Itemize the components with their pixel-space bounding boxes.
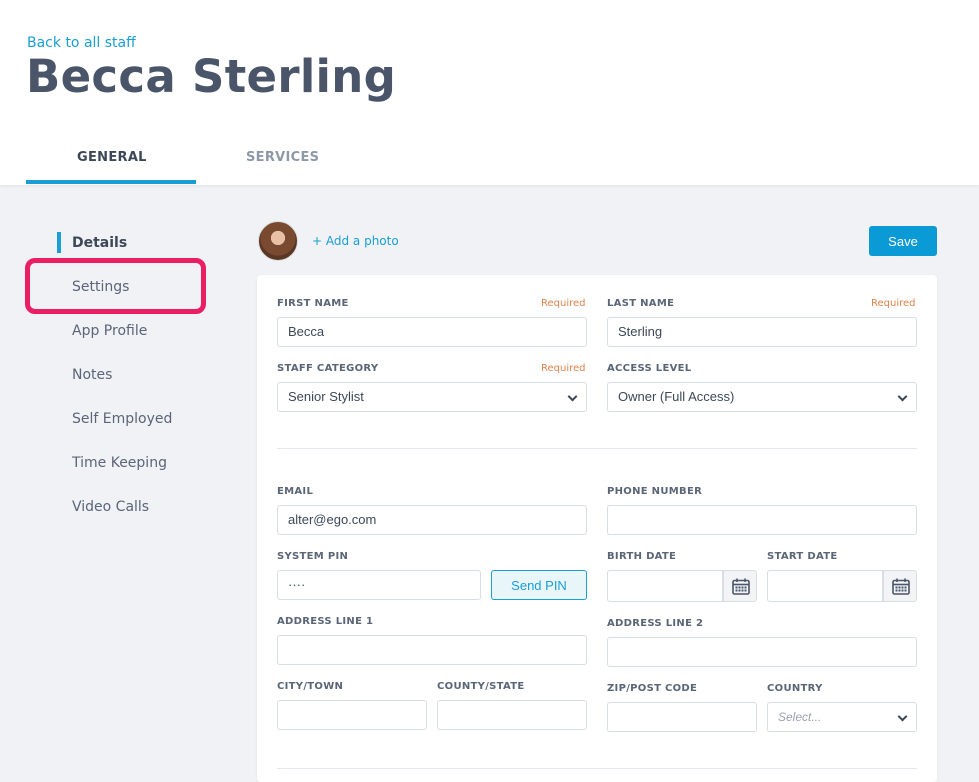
sidebar-item-notes[interactable]: Notes bbox=[72, 367, 112, 383]
sidebar-item-video-calls[interactable]: Video Calls bbox=[72, 499, 149, 515]
section-divider bbox=[277, 768, 917, 769]
sidebar-item-time-keeping[interactable]: Time Keeping bbox=[72, 455, 167, 471]
chevron-down-icon bbox=[897, 711, 908, 722]
send-pin-button[interactable]: Send PIN bbox=[491, 570, 587, 600]
zip-post-code-label: ZIP/POST CODE bbox=[607, 683, 698, 694]
email-label: EMAIL bbox=[277, 486, 314, 497]
country-select[interactable]: Select... bbox=[767, 702, 917, 732]
start-date-calendar-button[interactable] bbox=[883, 570, 917, 602]
country-label: COUNTRY bbox=[767, 683, 823, 694]
chevron-down-icon bbox=[567, 391, 578, 402]
birth-date-calendar-button[interactable] bbox=[723, 570, 757, 602]
birth-date-field[interactable] bbox=[607, 570, 723, 602]
start-date-field[interactable] bbox=[767, 570, 883, 602]
system-pin-label: SYSTEM PIN bbox=[277, 551, 349, 562]
first-name-field[interactable]: Becca bbox=[277, 317, 587, 347]
access-level-value: Owner (Full Access) bbox=[618, 389, 735, 404]
save-button[interactable]: Save bbox=[869, 226, 937, 256]
sidebar-item-settings[interactable]: Settings bbox=[72, 279, 129, 295]
system-pin-field[interactable]: ···· bbox=[277, 570, 481, 600]
county-state-label: COUNTY/STATE bbox=[437, 681, 525, 692]
address-line-1-label: ADDRESS LINE 1 bbox=[277, 616, 374, 627]
first-name-label: FIRST NAME bbox=[277, 298, 349, 309]
section-divider bbox=[277, 448, 917, 449]
city-town-field[interactable] bbox=[277, 700, 427, 730]
country-placeholder: Select... bbox=[778, 710, 822, 724]
tab-general[interactable]: GENERAL bbox=[77, 150, 147, 165]
chevron-down-icon bbox=[897, 391, 908, 402]
county-state-field[interactable] bbox=[437, 700, 587, 730]
last-name-field[interactable]: Sterling bbox=[607, 317, 917, 347]
phone-number-field[interactable] bbox=[607, 505, 917, 535]
calendar-icon bbox=[892, 578, 910, 595]
page-header: Back to all staff Becca Sterling GENERAL… bbox=[0, 0, 979, 185]
last-name-label: LAST NAME bbox=[607, 298, 675, 309]
birth-date-label: BIRTH DATE bbox=[607, 551, 677, 562]
staff-category-label: STAFF CATEGORY bbox=[277, 363, 379, 374]
start-date-label: START DATE bbox=[767, 551, 838, 562]
tab-services[interactable]: SERVICES bbox=[246, 150, 319, 165]
access-level-select[interactable]: Owner (Full Access) bbox=[607, 382, 917, 412]
address-line-2-label: ADDRESS LINE 2 bbox=[607, 618, 704, 629]
page-title: Becca Sterling bbox=[26, 50, 397, 103]
zip-post-code-field[interactable] bbox=[607, 702, 757, 732]
access-level-label: ACCESS LEVEL bbox=[607, 363, 692, 374]
active-tab-indicator bbox=[26, 180, 196, 184]
first-name-required: Required bbox=[541, 298, 586, 309]
back-to-staff-link[interactable]: Back to all staff bbox=[27, 35, 136, 51]
staff-category-required: Required bbox=[541, 363, 586, 374]
sidebar-item-details[interactable]: Details bbox=[72, 235, 127, 251]
email-field[interactable]: alter@ego.com bbox=[277, 505, 587, 535]
add-photo-link[interactable]: + Add a photo bbox=[312, 234, 399, 248]
sidebar-item-self-employed[interactable]: Self Employed bbox=[72, 411, 172, 427]
last-name-required: Required bbox=[871, 298, 916, 309]
address-line-1-field[interactable] bbox=[277, 635, 587, 665]
city-town-label: CITY/TOWN bbox=[277, 681, 344, 692]
calendar-icon bbox=[732, 578, 750, 595]
address-line-2-field[interactable] bbox=[607, 637, 917, 667]
active-nav-indicator bbox=[57, 232, 61, 253]
staff-category-value: Senior Stylist bbox=[288, 389, 364, 404]
sidebar-item-app-profile[interactable]: App Profile bbox=[72, 323, 147, 339]
staff-category-select[interactable]: Senior Stylist bbox=[277, 382, 587, 412]
phone-number-label: PHONE NUMBER bbox=[607, 486, 703, 497]
avatar[interactable] bbox=[258, 221, 298, 261]
